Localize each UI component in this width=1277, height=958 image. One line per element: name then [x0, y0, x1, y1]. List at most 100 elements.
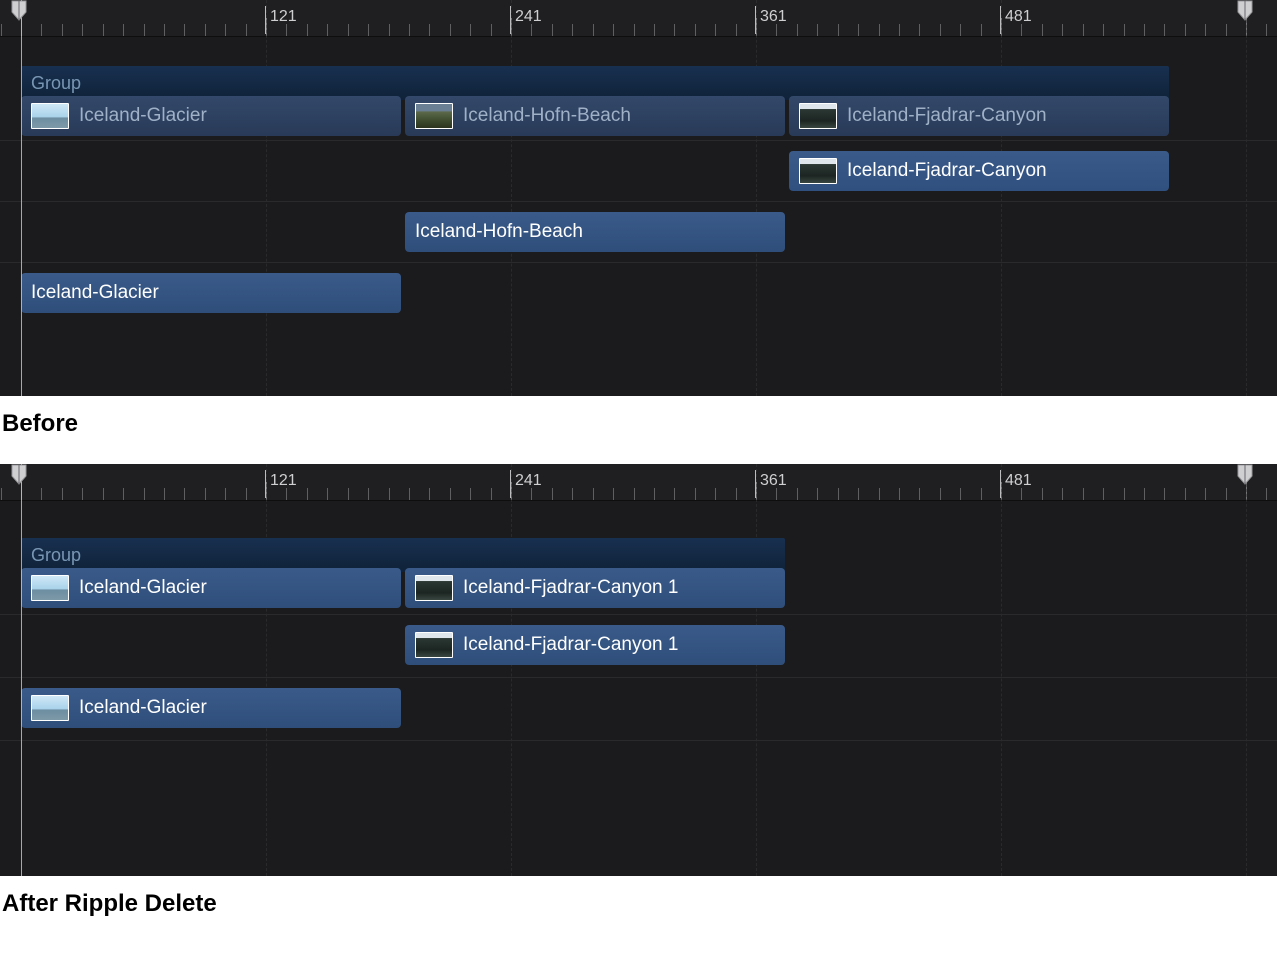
ruler-tick-minor	[429, 488, 430, 500]
group-label: Group	[31, 73, 81, 94]
ruler-tick-minor	[470, 24, 471, 36]
ruler-tick-minor	[41, 24, 42, 36]
clip-glacier[interactable]: Iceland-Glacier	[21, 273, 401, 313]
ruler-tick-label: 121	[270, 8, 297, 26]
caption-after: After Ripple Delete	[0, 876, 1277, 944]
ruler-tick-minor	[409, 488, 410, 500]
in-point-marker[interactable]	[10, 464, 28, 486]
ruler-tick-minor	[348, 24, 349, 36]
ruler-tick-minor	[593, 488, 594, 500]
ruler-tick-minor	[1266, 24, 1267, 36]
clip-label: Iceland-Fjadrar-Canyon 1	[463, 634, 678, 656]
clip-label: Iceland-Fjadrar-Canyon	[847, 105, 1047, 127]
group-clip-glacier[interactable]: Iceland-Glacier	[21, 96, 401, 136]
group-row: Group	[0, 530, 1277, 564]
timeline-ruler[interactable]: 121241361481	[0, 464, 1277, 501]
thumbnail-icon	[31, 103, 69, 129]
ruler-tick-minor	[919, 24, 920, 36]
ruler-tick-minor	[899, 488, 900, 500]
thumbnail-icon	[799, 103, 837, 129]
playhead[interactable]	[21, 464, 22, 876]
group-clips-row: Iceland-Glacier Iceland-Fjadrar-Canyon 1	[0, 564, 1277, 614]
ruler-tick-minor	[184, 488, 185, 500]
ruler-tick-minor	[1164, 488, 1165, 500]
track-row-glacier: Iceland-Glacier	[0, 677, 1277, 740]
group-clip-glacier[interactable]: Iceland-Glacier	[21, 568, 401, 608]
ruler-tick-major	[511, 18, 512, 36]
out-point-marker[interactable]	[1236, 0, 1254, 22]
group-clip-hofn[interactable]: Iceland-Hofn-Beach	[405, 96, 785, 136]
group-row: Group	[0, 58, 1277, 92]
clip-canyon[interactable]: Iceland-Fjadrar-Canyon 1	[405, 625, 785, 665]
ruler-tick-minor	[1144, 488, 1145, 500]
ruler-tick-minor	[960, 488, 961, 500]
ruler-tick-minor	[389, 488, 390, 500]
ruler-tick-label: 241	[515, 472, 542, 490]
ruler-tick-minor	[1, 488, 2, 500]
ruler-tick-minor	[1226, 24, 1227, 36]
ruler-tick-minor	[205, 488, 206, 500]
ruler-tick-minor	[164, 488, 165, 500]
playhead[interactable]	[21, 0, 22, 396]
clip-canyon-selected[interactable]: Iceland-Fjadrar-Canyon	[789, 151, 1169, 191]
ruler-tick-minor	[634, 24, 635, 36]
track-row-empty	[0, 740, 1277, 851]
ruler-tick-minor	[1266, 488, 1267, 500]
clip-label: Iceland-Glacier	[79, 577, 207, 599]
ruler-tick-minor	[715, 488, 716, 500]
clip-label: Iceland-Glacier	[79, 697, 207, 719]
ruler-tick-minor	[123, 488, 124, 500]
ruler-tick-minor	[1083, 24, 1084, 36]
ruler-tick-minor	[225, 488, 226, 500]
ruler-tick-minor	[817, 24, 818, 36]
clip-glacier[interactable]: Iceland-Glacier	[21, 688, 401, 728]
ruler-tick-minor	[62, 488, 63, 500]
timeline-before: 121241361481 Group Ic	[0, 0, 1277, 396]
ruler-tick-minor	[919, 488, 920, 500]
ruler-tick-minor	[736, 488, 737, 500]
ruler-tick-minor	[348, 488, 349, 500]
ruler-tick-minor	[858, 24, 859, 36]
thumbnail-icon	[31, 695, 69, 721]
ruler-tick-major	[266, 482, 267, 500]
ruler-tick-minor	[695, 24, 696, 36]
clip-label: Iceland-Hofn-Beach	[415, 221, 583, 243]
ruler-tick-minor	[695, 488, 696, 500]
clip-hofn[interactable]: Iceland-Hofn-Beach	[405, 212, 785, 252]
ruler-tick-minor	[776, 488, 777, 500]
out-point-marker[interactable]	[1236, 464, 1254, 486]
ruler-tick-minor	[776, 24, 777, 36]
ruler-tick-minor	[62, 24, 63, 36]
ruler-tick-minor	[552, 488, 553, 500]
clip-label: Iceland-Fjadrar-Canyon 1	[463, 577, 678, 599]
ruler-tick-minor	[491, 24, 492, 36]
ruler-tick-minor	[1205, 488, 1206, 500]
ruler-tick-minor	[879, 488, 880, 500]
ruler-tick-label: 361	[760, 8, 787, 26]
ruler-tick-minor	[1124, 488, 1125, 500]
ruler-tick-minor	[736, 24, 737, 36]
thumbnail-icon	[415, 103, 453, 129]
clip-label: Iceland-Glacier	[31, 282, 159, 304]
ruler-tick-minor	[593, 24, 594, 36]
ruler-tick-minor	[327, 24, 328, 36]
ruler-tick-major	[511, 482, 512, 500]
ruler-tick-minor	[409, 24, 410, 36]
clip-label: Iceland-Fjadrar-Canyon	[847, 160, 1047, 182]
timeline-ruler[interactable]: 121241361481	[0, 0, 1277, 37]
in-point-marker[interactable]	[10, 0, 28, 22]
group-clip-canyon[interactable]: Iceland-Fjadrar-Canyon 1	[405, 568, 785, 608]
ruler-tick-minor	[899, 24, 900, 36]
ruler-tick-minor	[613, 24, 614, 36]
ruler-tick-minor	[246, 24, 247, 36]
ruler-tick-minor	[552, 24, 553, 36]
ruler-tick-minor	[82, 24, 83, 36]
ruler-tick-minor	[1062, 24, 1063, 36]
ruler-tick-minor	[981, 488, 982, 500]
ruler-tick-minor	[634, 488, 635, 500]
clip-label: Iceland-Hofn-Beach	[463, 105, 631, 127]
ruler-tick-minor	[82, 488, 83, 500]
ruler-tick-major	[756, 18, 757, 36]
ruler-tick-minor	[838, 24, 839, 36]
group-clip-canyon[interactable]: Iceland-Fjadrar-Canyon	[789, 96, 1169, 136]
